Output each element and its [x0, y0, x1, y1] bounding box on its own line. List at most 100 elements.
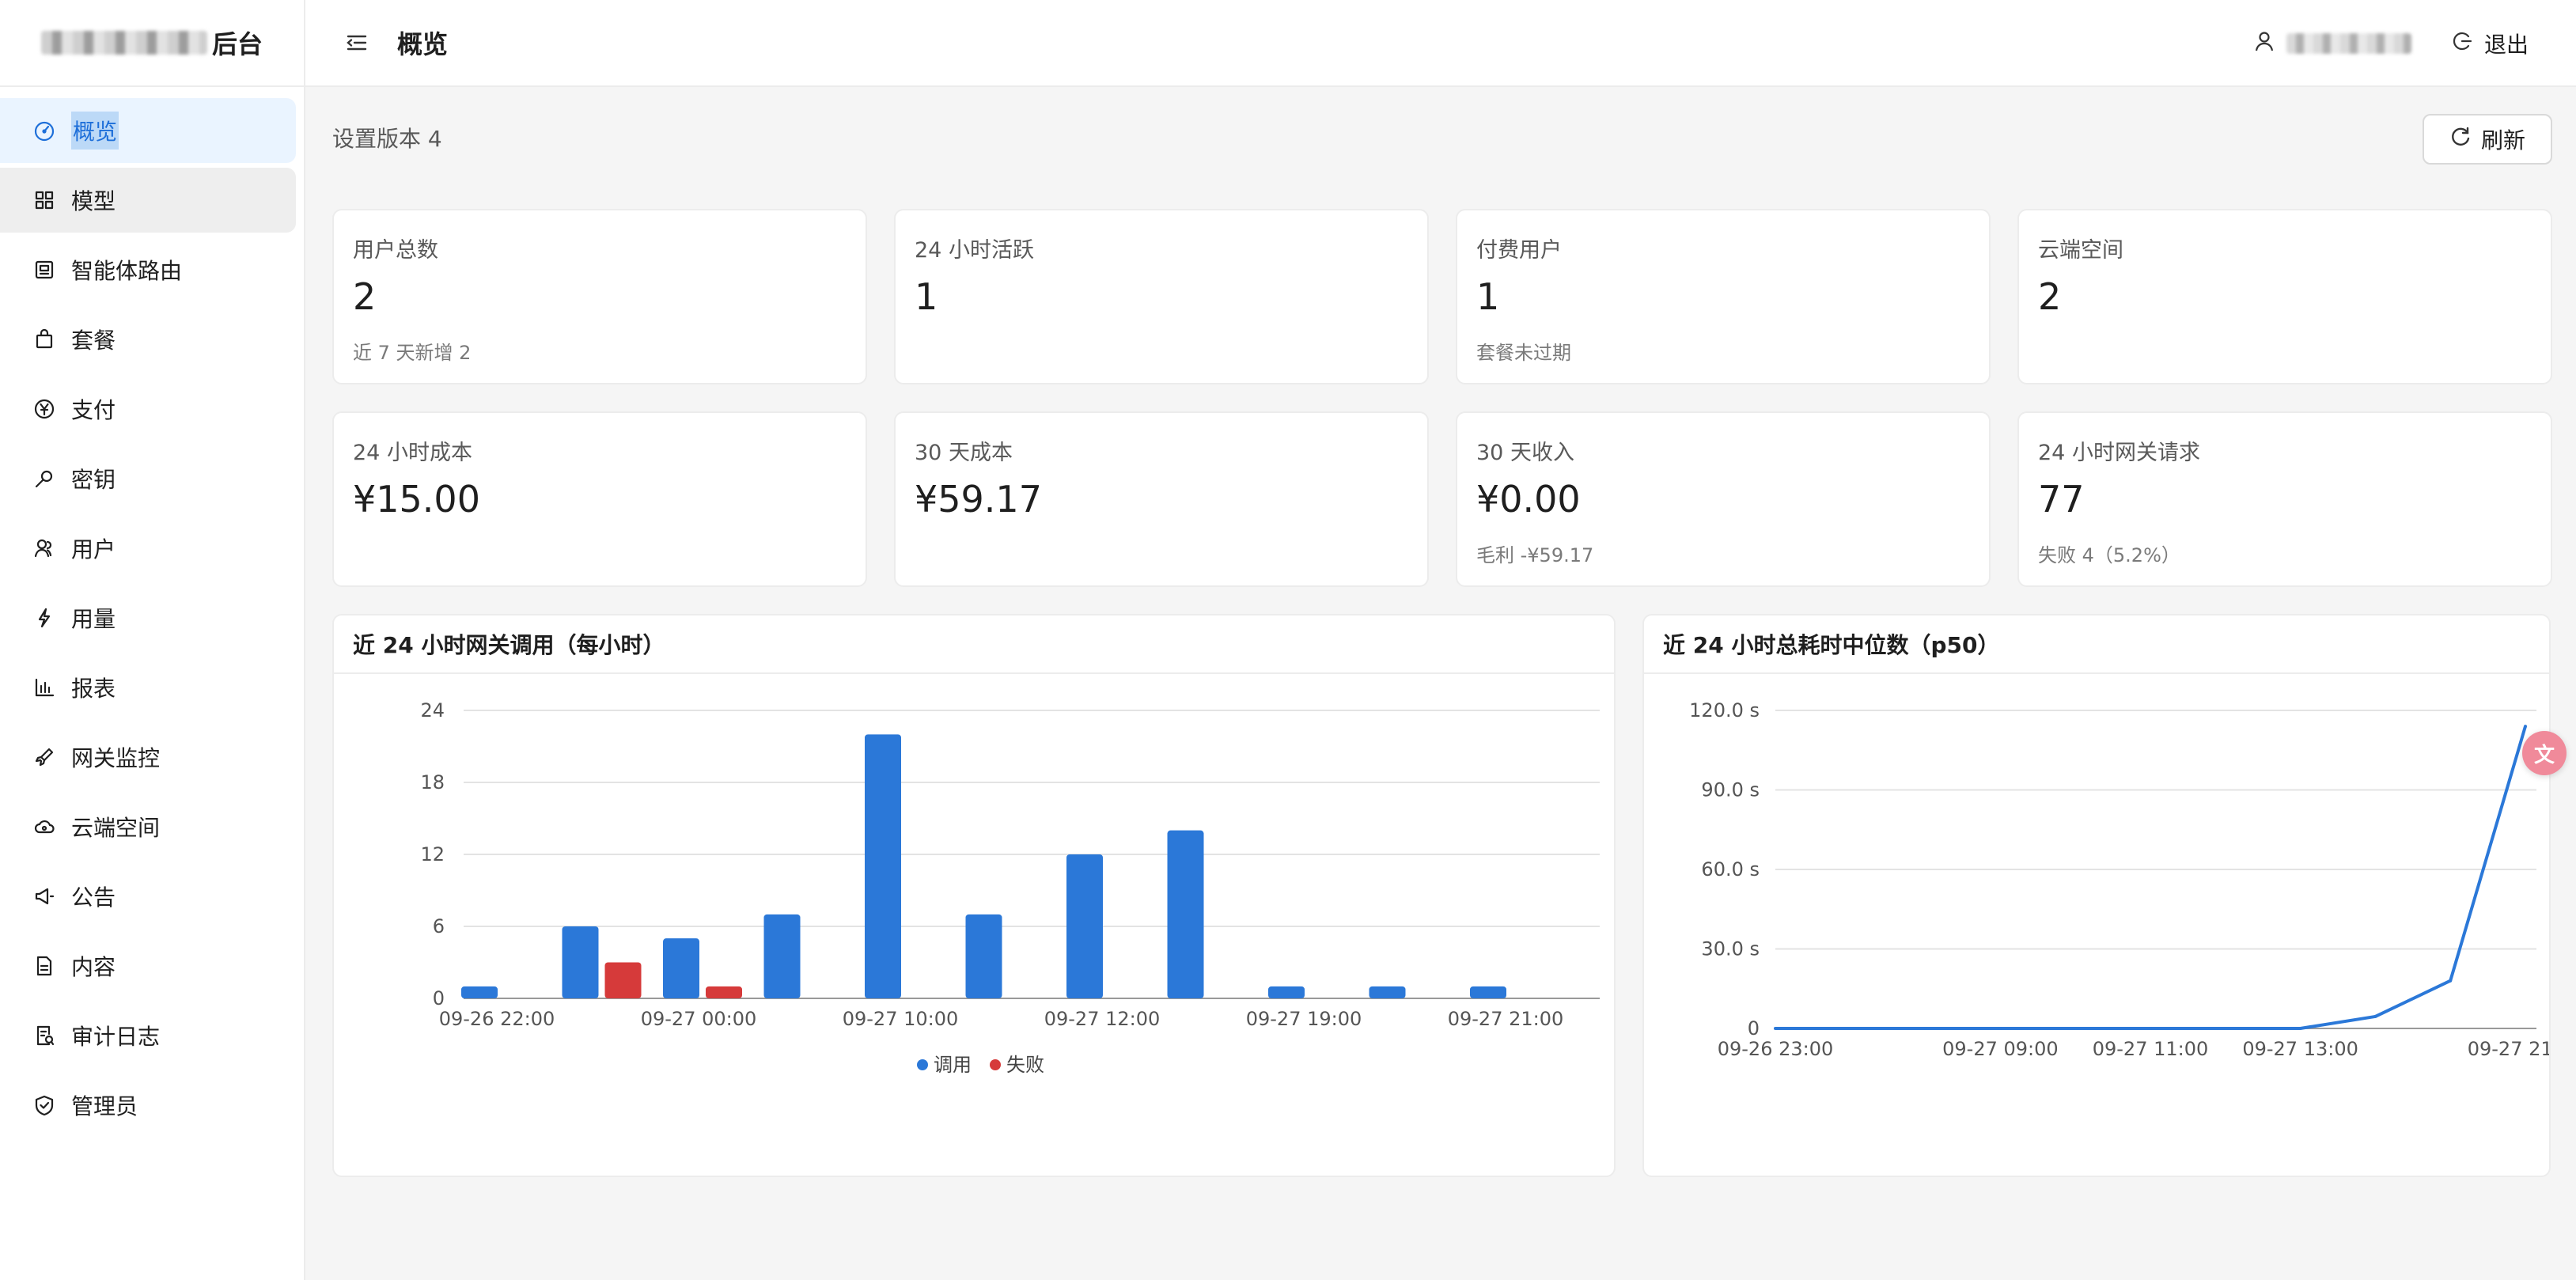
line-point [1774, 1027, 1777, 1030]
line-series [1775, 725, 2527, 1030]
logout-button[interactable]: 退出 [2451, 28, 2529, 59]
router-icon [33, 259, 55, 281]
sidebar-item-label: 用户 [71, 536, 116, 562]
sidebar-item-5[interactable]: 支付 [0, 377, 296, 441]
stat-sub: 套餐未过期 [1476, 342, 1571, 364]
grid-icon [33, 189, 55, 211]
line-point [2449, 979, 2453, 983]
sidebar-item-8[interactable]: 用量 [0, 585, 296, 650]
x-tick-label: 09-27 21:00 [2468, 1038, 2549, 1060]
stat-value: ¥59.17 [915, 478, 1042, 521]
sidebar-item-14[interactable]: 审计日志 [0, 1003, 296, 1068]
legend-label: 调用 [934, 1054, 972, 1076]
sidebar-item-6[interactable]: 密钥 [0, 446, 296, 511]
stat-card: 云端空间 2 [2017, 209, 2552, 384]
user-menu[interactable] [2253, 30, 2411, 58]
legend-swatch-failures [990, 1059, 1001, 1070]
stat-label: 30 天收入 [1476, 441, 1574, 465]
sidebar-item-label: 模型 [71, 188, 116, 214]
bolt-icon [33, 607, 55, 629]
stat-card: 24 小时成本 ¥15.00 [332, 411, 867, 587]
y-tick-label: 18 [420, 771, 445, 793]
bar-calls [763, 914, 801, 998]
bar-failures [604, 962, 642, 998]
bag-icon [33, 328, 55, 350]
brand-suffix: 后台 [211, 29, 263, 59]
chart-title: 近 24 小时网关调用（每小时） [334, 615, 1614, 674]
stat-card: 30 天成本 ¥59.17 [894, 411, 1429, 587]
refresh-icon [2449, 126, 2472, 153]
user-name-redacted [2286, 33, 2411, 54]
sidebar-item-10[interactable]: 网关监控 [0, 725, 296, 790]
refresh-button[interactable]: 刷新 [2423, 114, 2552, 165]
sidebar-item-3[interactable]: 智能体路由 [0, 237, 296, 302]
logout-icon [2451, 30, 2473, 58]
gateway-calls-chart: 0 6 12 18 24 09-26 22:00 09-27 00:00 09-27 10:0… [420, 699, 1600, 1076]
bar-calls [461, 986, 498, 998]
x-tick-label: 09-27 13:00 [2242, 1038, 2358, 1060]
brand-logo[interactable]: 后台 [0, 0, 304, 87]
sidebar-item-15[interactable]: 管理员 [0, 1073, 296, 1138]
cloud-icon [33, 816, 55, 838]
line-point [2524, 725, 2527, 729]
menu-collapse-icon[interactable] [343, 29, 370, 56]
x-tick-label: 09-27 09:00 [1942, 1038, 2059, 1060]
stat-label: 付费用户 [1476, 238, 1562, 263]
bar-calls [965, 914, 1002, 998]
key-icon [33, 468, 55, 490]
bar-calls [1268, 986, 1305, 998]
stat-value: 2 [353, 275, 377, 318]
stat-label: 24 小时成本 [353, 441, 472, 465]
sidebar-item-label: 管理员 [71, 1093, 138, 1119]
sidebar-item-12[interactable]: 公告 [0, 864, 296, 929]
stat-value: 1 [915, 275, 938, 318]
sidebar-item-label: 用量 [71, 606, 116, 632]
sidebar-item-label: 套餐 [71, 328, 116, 354]
sidebar-item-label: 云端空间 [71, 815, 161, 841]
rocket-icon [33, 746, 55, 768]
dashboard-icon [33, 119, 55, 142]
sidebar-item-label: 报表 [71, 676, 116, 702]
sidebar-item-label: 智能体路由 [71, 258, 183, 284]
sidebar-item-11[interactable]: 云端空间 [0, 794, 296, 859]
yen-icon [33, 398, 55, 420]
stat-value: 77 [2038, 478, 2085, 521]
stat-value: ¥0.00 [1476, 478, 1581, 521]
bar-chart-icon [33, 676, 55, 699]
stat-label: 24 小时活跃 [915, 238, 1034, 263]
bar-calls [562, 926, 599, 998]
stat-sub: 失败 4（5.2%） [2038, 544, 2180, 566]
latency-chart-card: 近 24 小时总耗时中位数（p50） 0 30.0 s 60.0 s 90.0 s 12… [1642, 614, 2551, 1177]
y-tick-label: 90.0 s [1701, 779, 1760, 801]
main-content: 设置版本 4 刷新 用户总数 2 近 7 天新增 2 24 小时活跃 1 付费用户 1 套餐未… [305, 87, 2576, 1280]
line-point [1923, 1027, 1927, 1030]
settings-version: 设置版本 4 [332, 126, 442, 152]
sidebar-item-9[interactable]: 报表 [0, 655, 296, 720]
bar-calls [1066, 854, 1103, 998]
sidebar-item-label: 支付 [71, 397, 116, 423]
translate-icon[interactable]: 文 [2522, 731, 2567, 775]
x-tick-label: 09-27 19:00 [1246, 1008, 1362, 1030]
sidebar-item-4[interactable]: 套餐 [0, 307, 296, 372]
stat-label: 24 小时网关请求 [2038, 441, 2200, 465]
shield-icon [33, 1094, 55, 1116]
sidebar-item-1[interactable]: 概览 [0, 98, 296, 163]
x-tick-label: 09-27 11:00 [2093, 1038, 2209, 1060]
gateway-calls-chart-card: 近 24 小时网关调用（每小时） 0 6 12 18 24 09-26 22:00 09-2… [332, 614, 1616, 1177]
line-point [2223, 1027, 2227, 1030]
line-point [2149, 1027, 2152, 1030]
x-tick-label: 09-27 21:00 [1448, 1008, 1564, 1030]
sidebar-item-13[interactable]: 内容 [0, 933, 296, 998]
stat-sub: 毛利 -¥59.17 [1476, 544, 1594, 566]
bar-calls [865, 734, 901, 998]
stat-value: 2 [2038, 275, 2062, 318]
sidebar-item-2[interactable]: 模型 [0, 168, 296, 233]
line-point [1848, 1027, 1852, 1030]
line-point [2373, 1014, 2377, 1018]
sidebar-item-7[interactable]: 用户 [0, 516, 296, 581]
brand-name-redacted [40, 31, 207, 55]
sidebar-item-label: 密钥 [71, 467, 116, 493]
x-tick-label: 09-26 22:00 [439, 1008, 555, 1030]
y-tick-label: 120.0 s [1689, 699, 1760, 721]
stat-card: 用户总数 2 近 7 天新增 2 [332, 209, 867, 384]
